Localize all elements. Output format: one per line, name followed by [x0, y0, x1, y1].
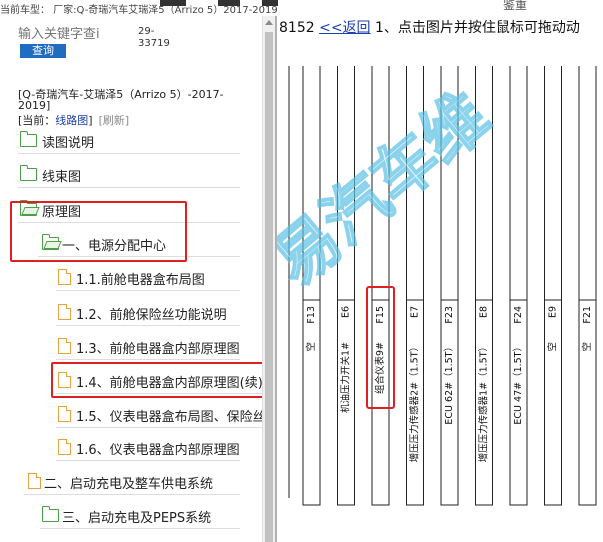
tree-item-1-2[interactable]: 1.2、前舱保险丝功能说明 [56, 301, 240, 326]
viewer-header: 8152 <<返回 1、点击图片并按住鼠标可拖动动 [279, 17, 580, 37]
search-input[interactable] [18, 27, 108, 42]
pin-function-label: 空 [305, 342, 317, 352]
tree-item-1-3[interactable]: 1.3、前舱电器盒内部原理图 [56, 335, 240, 360]
current-prefix: [当前： [18, 114, 56, 127]
tree-item-1-5[interactable]: 1.5、仪表电器盒布局图、保险丝 [56, 403, 262, 428]
document-icon [58, 269, 71, 285]
tree-item-label: 三、启动充电及PEPS系统 [62, 511, 212, 526]
connector-code: F23 [444, 306, 455, 324]
toolbar-block [218, 0, 240, 6]
tree-item-harness[interactable]: 线束图 [18, 163, 240, 188]
pin-function-label: 增压压力传感器1#（1.5T） [478, 342, 490, 462]
connector-code: E6 [341, 306, 352, 318]
tree-item-label: 二、启动充电及整车供电系统 [44, 477, 214, 492]
scroll-up-icon[interactable] [265, 20, 273, 25]
search-count: 29-33719 [138, 26, 170, 49]
connector-code: F13 [306, 306, 317, 324]
refresh-link[interactable]: [刷新] [99, 114, 130, 127]
pin-function-label: 空 [581, 342, 593, 352]
connector-code: E7 [410, 306, 421, 318]
current-link[interactable]: 线路图 [55, 114, 88, 127]
model-title: [Q-奇瑞汽车-艾瑞泽5（Arrizo 5）-2017-2019] [18, 88, 224, 112]
highlight-box [51, 362, 262, 398]
viewer-instruction: 1、点击图片并按住鼠标可拖动动 [375, 20, 580, 36]
folder-icon [20, 131, 37, 147]
document-icon [58, 406, 71, 422]
scrollbar-thumb[interactable] [265, 32, 273, 542]
tree-item-label: 1.3、前舱电器盒内部原理图 [76, 342, 240, 357]
tree-item-label: 读图说明 [42, 136, 95, 151]
connector-code: F21 [582, 306, 593, 324]
tree-scrollbar[interactable] [262, 16, 275, 542]
left-tree-pane: 29-33719 查询 [Q-奇瑞汽车-艾瑞泽5（Arrizo 5）-2017-… [0, 16, 262, 542]
highlight-box [10, 201, 187, 262]
top-bar: 当前车型： 厂家:Q-奇瑞汽车艾瑞泽5（Arrizo 5）2017-2019 鉴… [0, 0, 603, 17]
tree-item-label: 1.2、前舱保险丝功能说明 [76, 308, 227, 323]
connector-code: E9 [548, 306, 559, 318]
tree-item-read-guide[interactable]: 读图说明 [18, 129, 240, 154]
current-suffix: ] [88, 114, 93, 127]
document-icon [28, 473, 41, 489]
tree-item-1-1[interactable]: 1.1.前舱电器盒布局图 [56, 266, 240, 291]
tree-item-label: 1.5、仪表电器盒布局图、保险丝 [76, 410, 262, 425]
folder-icon [42, 506, 59, 522]
pin-function-label: 增压压力传感器2#（1.5T） [409, 342, 421, 462]
toolbar-block [262, 0, 278, 6]
pin-function-label: ECU 47#（1.5T） [512, 342, 524, 425]
connector-code: F24 [513, 306, 524, 324]
folder-icon [20, 165, 37, 181]
tree-item-peps[interactable]: 三、启动充电及PEPS系统 [40, 504, 240, 529]
connector-pin-box[interactable] [544, 299, 562, 506]
connector-pin-box[interactable] [578, 299, 597, 506]
tab-label-clipped[interactable]: 鉴重 [503, 0, 527, 13]
document-icon [58, 439, 71, 455]
connector-code: E8 [479, 306, 490, 318]
pin-function-label: 机油压力开关1# [340, 342, 352, 413]
diagram-viewer: 8152 <<返回 1、点击图片并按住鼠标可拖动动 F13 空 E6 机油压力开关1#… [277, 16, 603, 542]
tree-item-label: 线束图 [42, 170, 82, 185]
search-button[interactable]: 查询 [20, 44, 66, 58]
tree-item-1-6[interactable]: 1.6、仪表电器盒内部原理图 [56, 436, 240, 461]
connector-code: F15 [375, 306, 386, 324]
schematic-diagram[interactable]: F13 空 E6 机油压力开关1# F15 组合仪表9# E7 增压压力传感器2#（1.5T）… [277, 38, 603, 542]
toolbar-block [160, 0, 186, 6]
document-icon [58, 338, 71, 354]
tree-item-label: 1.1.前舱电器盒布局图 [76, 273, 205, 288]
pin-function-label: 空 [547, 342, 559, 352]
pin-function-label: 组合仪表9# [374, 342, 386, 394]
tree-item-start-charge[interactable]: 二、启动充电及整车供电系统 [24, 470, 240, 495]
pin-function-label: ECU 62#（1.5T） [443, 342, 455, 425]
viewer-id: 8152 [279, 20, 315, 36]
tree-item-label: 1.6、仪表电器盒内部原理图 [76, 443, 240, 458]
document-icon [58, 304, 71, 320]
back-link[interactable]: <<返回 [319, 20, 370, 36]
connector-pin-box[interactable] [302, 299, 321, 506]
connector-pin-box[interactable] [371, 299, 390, 506]
current-location: [当前：线路图] [刷新] [18, 112, 129, 128]
